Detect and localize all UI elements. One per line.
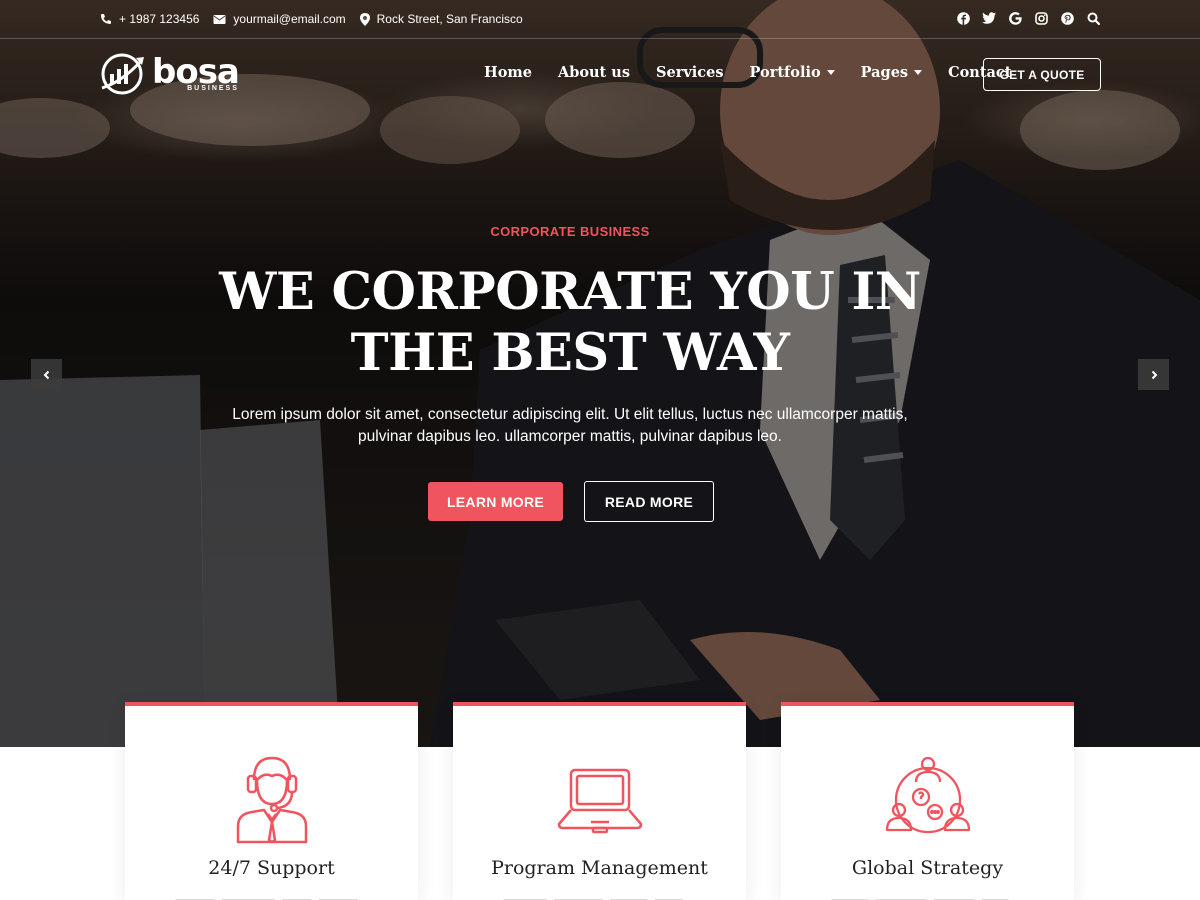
- get-a-quote-button[interactable]: GET A QUOTE: [983, 58, 1101, 91]
- chevron-left-icon: [43, 370, 49, 379]
- nav-portfolio[interactable]: Portfolio: [750, 64, 835, 81]
- nav-pages-label: Pages: [860, 64, 909, 81]
- nav-pages[interactable]: Pages: [860, 64, 923, 81]
- logo-chart-icon: [101, 53, 144, 95]
- team-network-icon: [885, 756, 970, 834]
- chevron-right-icon: [1151, 370, 1157, 379]
- feature-card-program-management[interactable]: Program Management: [453, 702, 746, 900]
- map-marker-icon: [359, 12, 370, 26]
- feature-text-cutoff: [831, 896, 1024, 900]
- envelope-icon: [213, 14, 226, 24]
- hero-headline-line1: WE CORPORATE YOU IN: [219, 262, 921, 322]
- email-item[interactable]: yourmail@email.com: [213, 12, 346, 26]
- feature-text-cutoff: [503, 896, 696, 900]
- chevron-down-icon: [826, 70, 835, 75]
- hero-headline-line2: THE BEST WAY: [350, 323, 790, 383]
- hero-headline: WE CORPORATE YOU IN THE BEST WAY: [0, 262, 1140, 384]
- feature-title: 24/7 Support: [208, 857, 335, 879]
- icon-wrapper: [781, 752, 1074, 844]
- nav-home[interactable]: Home: [484, 64, 532, 81]
- slider-prev-button[interactable]: [31, 359, 62, 390]
- phone-text: + 1987 123456: [119, 12, 200, 26]
- icon-wrapper: [453, 752, 746, 844]
- feature-card-global-strategy[interactable]: Global Strategy: [781, 702, 1074, 900]
- email-text: yourmail@email.com: [233, 12, 346, 26]
- nav-services[interactable]: Services: [656, 64, 724, 81]
- pinterest-icon[interactable]: [1060, 11, 1074, 25]
- slider-next-button[interactable]: [1138, 359, 1169, 390]
- feature-title: Program Management: [491, 857, 708, 879]
- read-more-button[interactable]: READ MORE: [584, 481, 714, 522]
- support-agent-icon: [236, 756, 307, 844]
- search-icon[interactable]: [1086, 11, 1100, 25]
- twitter-icon[interactable]: [982, 11, 996, 25]
- icon-wrapper: [125, 752, 418, 844]
- learn-more-button[interactable]: LEARN MORE: [428, 482, 563, 521]
- logo-brand: bosa: [152, 51, 240, 92]
- feature-title: Global Strategy: [851, 857, 1004, 879]
- nav-home-label: Home: [484, 64, 532, 81]
- hero-eyebrow: CORPORATE BUSINESS: [490, 224, 650, 239]
- hero-slider: + 1987 123456 yourmail@email.com Rock St…: [0, 0, 1200, 747]
- facebook-icon[interactable]: [956, 11, 970, 25]
- feature-card-support[interactable]: 24/7 Support: [125, 702, 418, 900]
- hero-lead-text: Lorem ipsum dolor sit amet, consectetur …: [232, 406, 908, 445]
- google-icon[interactable]: [1008, 11, 1022, 25]
- address-item: Rock Street, San Francisco: [359, 12, 523, 26]
- social-links: [956, 11, 1100, 25]
- nav-about[interactable]: About us: [558, 64, 630, 81]
- feature-cards: 24/7 Support Program Management Global S…: [0, 702, 1200, 900]
- nav-services-label: Services: [656, 64, 724, 81]
- top-bar: + 1987 123456 yourmail@email.com Rock St…: [0, 0, 1200, 39]
- chevron-down-icon: [914, 70, 923, 75]
- feature-text-cutoff: [175, 896, 368, 900]
- main-nav: Home About us Services Portfolio Pages C…: [484, 64, 1011, 81]
- laptop-icon: [557, 768, 642, 834]
- nav-portfolio-label: Portfolio: [749, 64, 821, 81]
- instagram-icon[interactable]: [1034, 11, 1048, 25]
- nav-about-label: About us: [557, 64, 631, 81]
- contact-info: + 1987 123456 yourmail@email.com Rock St…: [100, 12, 523, 26]
- address-text: Rock Street, San Francisco: [376, 12, 523, 26]
- phone-icon: [101, 14, 111, 24]
- site-logo[interactable]: bosa BUSINESS: [100, 51, 240, 96]
- phone-item[interactable]: + 1987 123456: [100, 12, 199, 26]
